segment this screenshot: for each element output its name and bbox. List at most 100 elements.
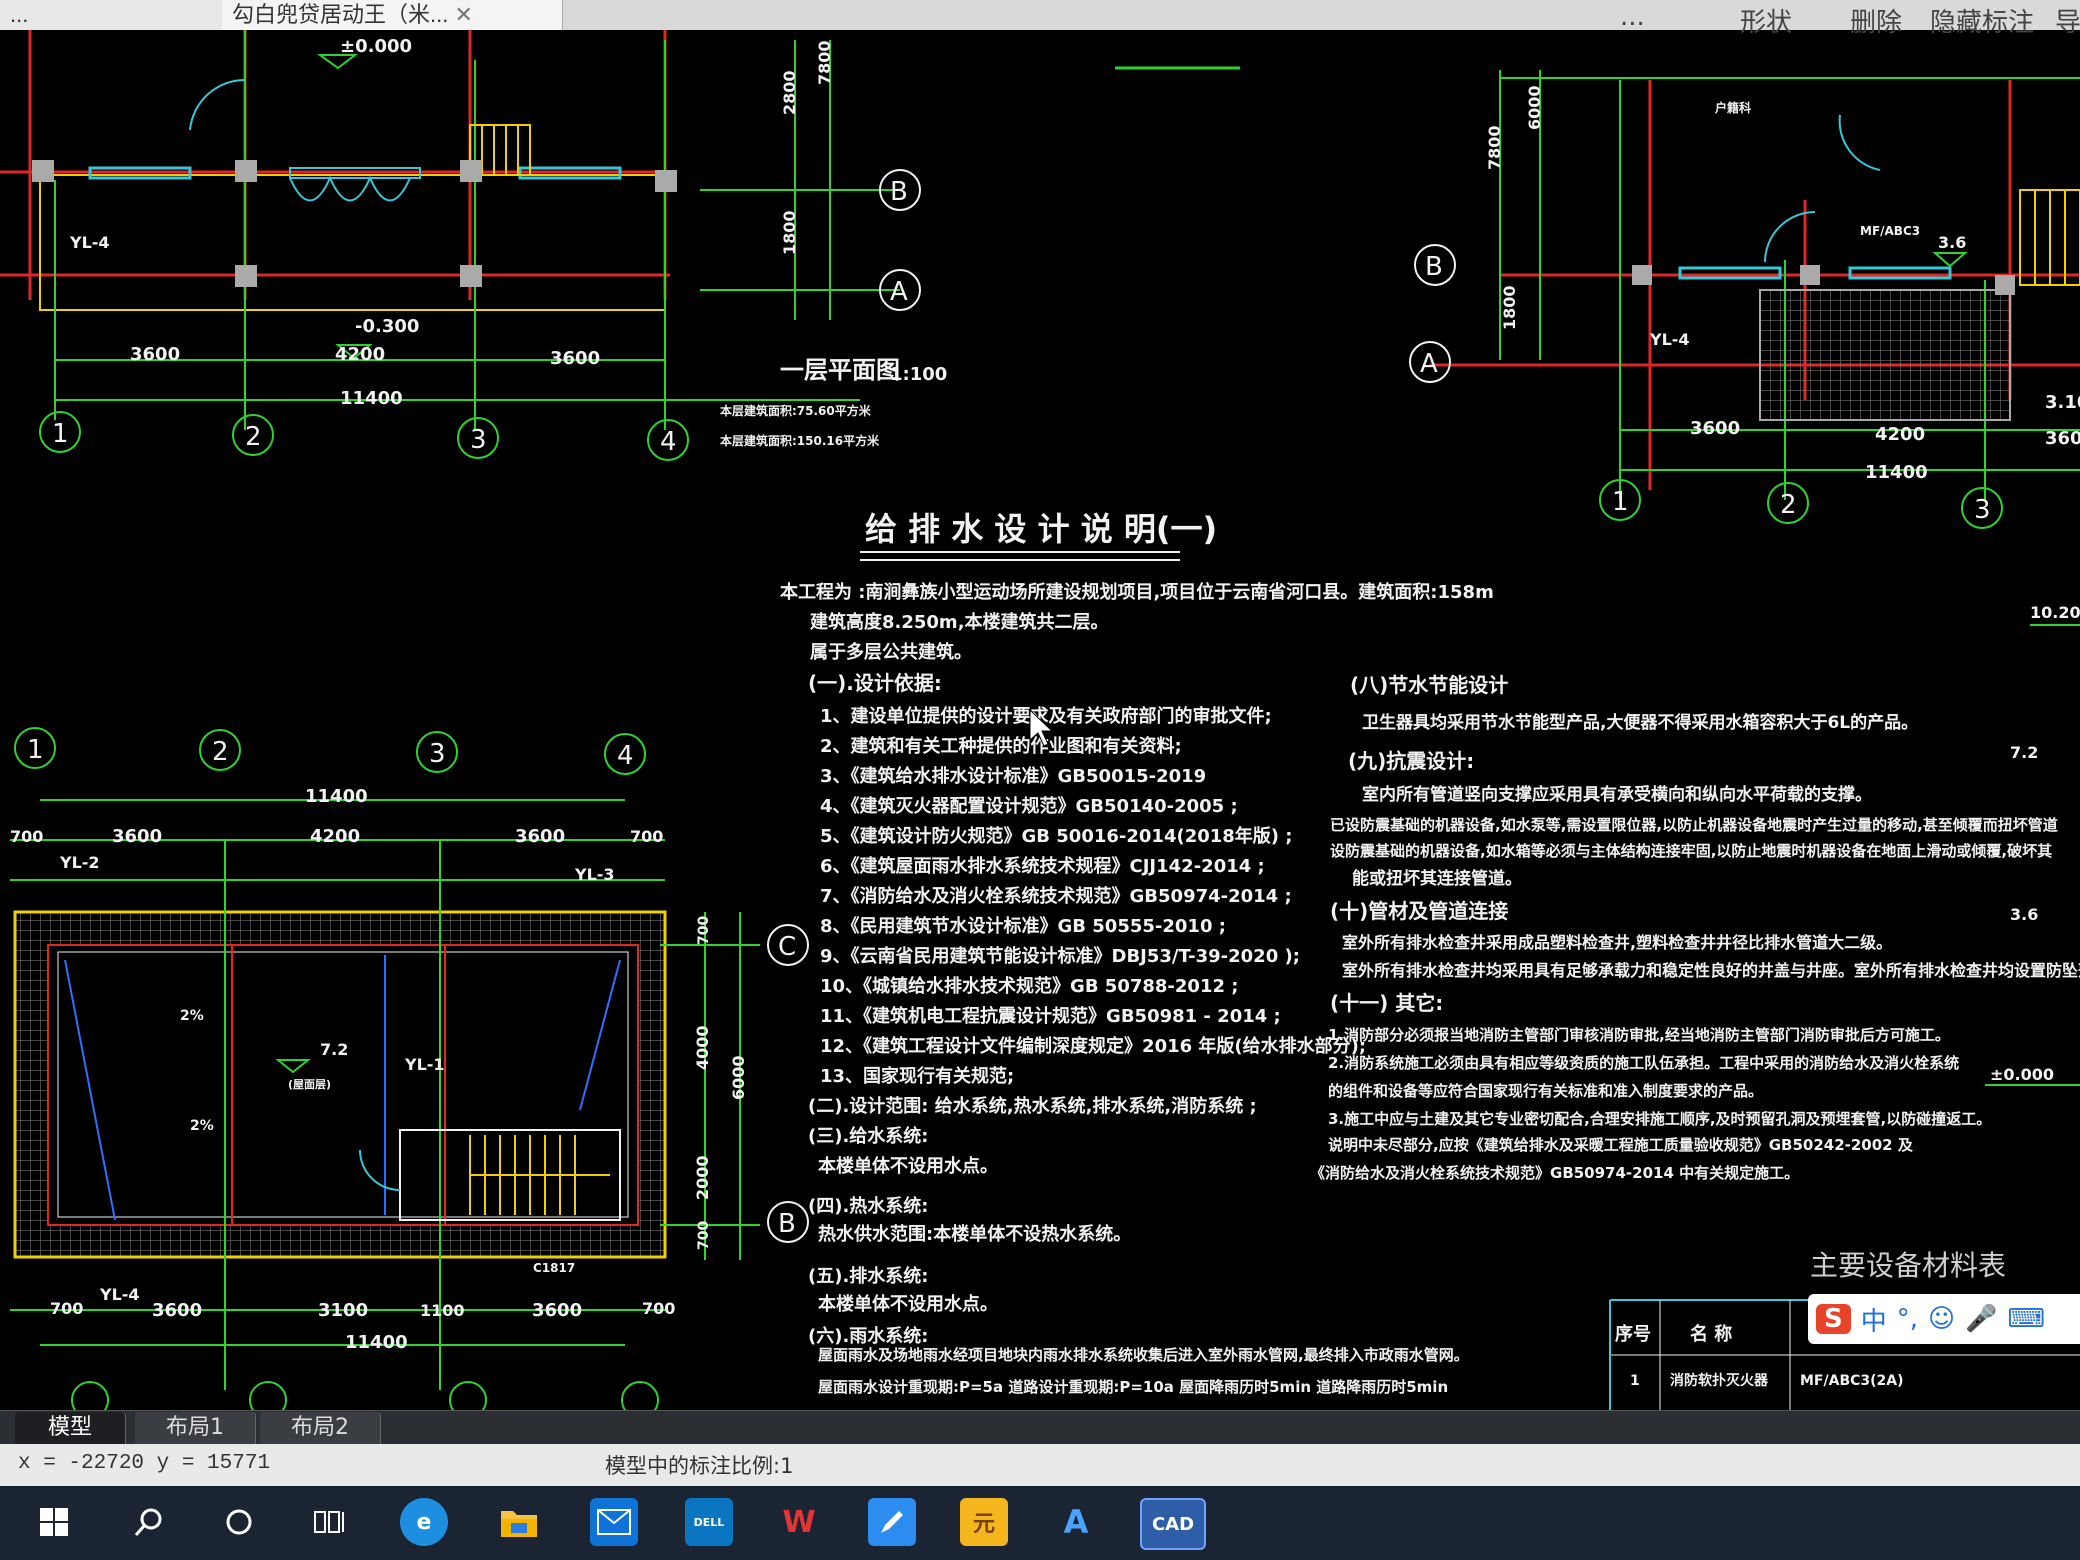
door-label: MF/ABC3 <box>1860 224 1920 238</box>
axis-bubble <box>249 1381 287 1419</box>
axis-label-a: A <box>890 277 908 307</box>
axis-label-4: 4 <box>660 427 677 457</box>
file-explorer-icon[interactable] <box>495 1498 543 1546</box>
dim-text: 7800 <box>815 40 834 85</box>
axis-label-2: 2 <box>245 422 262 452</box>
dim-text: 3600 <box>515 826 565 847</box>
note-line: 屋面雨水设计重现期:P=5a 道路设计重现期:P=10a 屋面降雨历时5min … <box>818 1378 1448 1396</box>
cad-drawing[interactable]: 1 2 3 4 B A 3600 4200 3600 11400 ±0.000 … <box>0 0 2080 1419</box>
edge-icon[interactable]: e <box>400 1498 448 1546</box>
room-label: 户籍科 <box>1715 100 1751 115</box>
dim-text: 3600 <box>152 1300 202 1321</box>
note-line: 5、《建筑设计防火规范》GB 50016-2014(2018年版) ; <box>820 825 1293 847</box>
dim-text: 1800 <box>780 210 799 255</box>
ime-mode[interactable]: 中 <box>1861 1301 1887 1338</box>
annotation-scale-text: 模型中的标注比例:1 <box>605 1454 794 1478</box>
table-title: 主要设备材料表 <box>1810 1249 2006 1282</box>
table-cell: 1 <box>1630 1373 1640 1389</box>
dim-text: 3600 <box>550 348 600 369</box>
window-tab-strip: ... 勾白兜贷居动王（米... ✕ ... 形状 删除 隐藏标注 导 <box>0 0 2080 38</box>
note-line: (二).设计范围: 给水系统,热水系统,排水系统,消防系统 ; <box>808 1095 1257 1117</box>
dim-text: 700 <box>50 1299 83 1318</box>
toolbar-shape[interactable]: 形状 <box>1740 2 1792 39</box>
windows-start-icon[interactable] <box>30 1498 78 1546</box>
layout-tab-bar: 模型 布局1 布局2 <box>0 1410 2080 1445</box>
axis-label-a: A <box>1420 349 1438 379</box>
dim-text: 700 <box>696 916 712 945</box>
file-tab-1[interactable]: ... <box>0 0 231 30</box>
tab-layout1[interactable]: 布局1 <box>135 1412 256 1444</box>
yuan-app-icon[interactable]: 元 <box>960 1498 1008 1546</box>
axis-label-2: 2 <box>1780 490 1797 520</box>
keyboard-icon[interactable]: ⌨ <box>2008 1304 2046 1334</box>
mail-icon[interactable] <box>590 1498 638 1546</box>
status-bar: x = -22720 y = 15771 模型中的标注比例:1 <box>0 1444 2080 1486</box>
dell-icon[interactable]: DELL <box>685 1498 733 1546</box>
pen-app-icon[interactable] <box>868 1498 916 1546</box>
pipe-label: YL-4 <box>69 233 110 252</box>
note-line: 11、《建筑机电工程抗震设计规范》GB50981 - 2014 ; <box>820 1005 1281 1027</box>
table-header: 名 称 <box>1690 1323 1732 1345</box>
note-line: 7、《消防给水及消火栓系统技术规范》GB50974-2014 ; <box>820 885 1292 907</box>
ime-toolbar[interactable]: S 中 °, ☺ 🎤 ⌨ <box>1808 1294 2080 1344</box>
dim-text: 3600 <box>112 826 162 847</box>
sogou-icon[interactable]: S <box>1816 1304 1851 1334</box>
emoji-icon[interactable]: ☺ <box>1928 1304 1955 1334</box>
toolbar-item[interactable]: ... <box>1620 2 1645 32</box>
note-line: 9、《云南省民用建筑节能设计标准》DBJ53/T-39-2020 ); <box>820 945 1300 967</box>
elevation-text: 7.2 <box>320 1040 348 1059</box>
note-line: (一).设计依据: <box>808 671 942 695</box>
table-header: 序号 <box>1615 1323 1651 1345</box>
axis-label-1: 1 <box>52 419 69 449</box>
dim-text: 360 <box>2045 428 2080 449</box>
notes-title: 给 排 水 设 计 说 明(一) <box>865 510 1217 548</box>
note-line: (六).雨水系统: <box>808 1325 929 1347</box>
cad-app-icon[interactable]: CAD <box>1140 1498 1206 1550</box>
note-line: 屋面雨水及场地雨水经项目地块内雨水排水系统收集后进入室外雨水管网,最终排入市政雨… <box>818 1346 1469 1364</box>
dim-text: 11400 <box>1865 462 1928 483</box>
dim-text: 6000 <box>1525 85 1544 130</box>
note-line: (九)抗震设计: <box>1348 749 1474 773</box>
note-line: 《消防给水及消火栓系统技术规范》GB50974-2014 中有关规定施工。 <box>1310 1164 1799 1182</box>
close-icon[interactable]: ✕ <box>454 2 472 27</box>
table-cell: MF/ABC3(2A) <box>1800 1373 1904 1389</box>
roof-label: (屋面层) <box>288 1078 331 1091</box>
axis-label-2: 2 <box>212 737 229 767</box>
tab-layout2[interactable]: 布局2 <box>260 1412 381 1444</box>
roof-plan: 1 2 3 4 11400 700 3600 4200 3600 700 YL-… <box>10 727 809 1419</box>
note-line: 能或扭坏其连接管道。 <box>1352 868 1522 889</box>
microphone-icon[interactable]: 🎤 <box>1965 1304 1997 1334</box>
plan-note: 本层建筑面积:75.60平方米 <box>720 403 872 418</box>
dim-text: 4200 <box>310 826 360 847</box>
dim-text: 700 <box>642 1299 675 1318</box>
elevation-text: ±0.000 <box>1990 1065 2054 1084</box>
task-view-icon[interactable] <box>305 1498 353 1546</box>
pipe-label: YL-2 <box>59 853 100 872</box>
axis-label-c: C <box>778 932 796 962</box>
note-line: 已设防震基础的机器设备,如水泵等,需设置限位器,以防止机器设备地震时产生过量的移… <box>1330 816 2058 834</box>
wps-icon[interactable]: W <box>775 1498 823 1546</box>
tab-model[interactable]: 模型 <box>15 1412 126 1444</box>
note-line: 室外所有排水检查井均采用具有足够承载力和稳定性良好的井盖与井座。室外所有排水检查… <box>1342 961 2080 980</box>
cortana-icon[interactable] <box>215 1498 263 1546</box>
ime-punct[interactable]: °, <box>1897 1304 1918 1334</box>
axis-label-3: 3 <box>429 739 446 769</box>
pipe-label: YL-3 <box>574 865 615 884</box>
toolbar-hide-dims[interactable]: 隐藏标注 <box>1930 2 2034 39</box>
note-line: (四).热水系统: <box>808 1195 929 1217</box>
dim-text: 11400 <box>340 388 403 409</box>
toolbar-more[interactable]: 导 <box>2055 2 2080 39</box>
search-icon[interactable] <box>125 1498 173 1546</box>
dim-text: 3100 <box>318 1300 368 1321</box>
dim-text: 11400 <box>305 786 368 807</box>
a-app-icon[interactable]: A <box>1052 1498 1100 1546</box>
axis-label-3: 3 <box>470 425 487 455</box>
axis-bubble <box>449 1381 487 1419</box>
file-tab-2[interactable]: 勾白兜贷居动王（米... ✕ <box>222 0 563 30</box>
file-tab-label: ... <box>10 2 29 27</box>
toolbar-delete[interactable]: 删除 <box>1850 2 1902 39</box>
drawing-canvas[interactable]: 1 2 3 4 B A 3600 4200 3600 11400 ±0.000 … <box>0 0 2080 1419</box>
note-line: 设防震基础的机器设备,如水箱等必须与主体结构连接牢固,以防止地震时机器设备在地面… <box>1330 842 2052 860</box>
stair-label: C1817 <box>533 1261 575 1275</box>
note-line: 10、《城镇给水排水技术规范》GB 50788-2012 ; <box>820 975 1238 997</box>
